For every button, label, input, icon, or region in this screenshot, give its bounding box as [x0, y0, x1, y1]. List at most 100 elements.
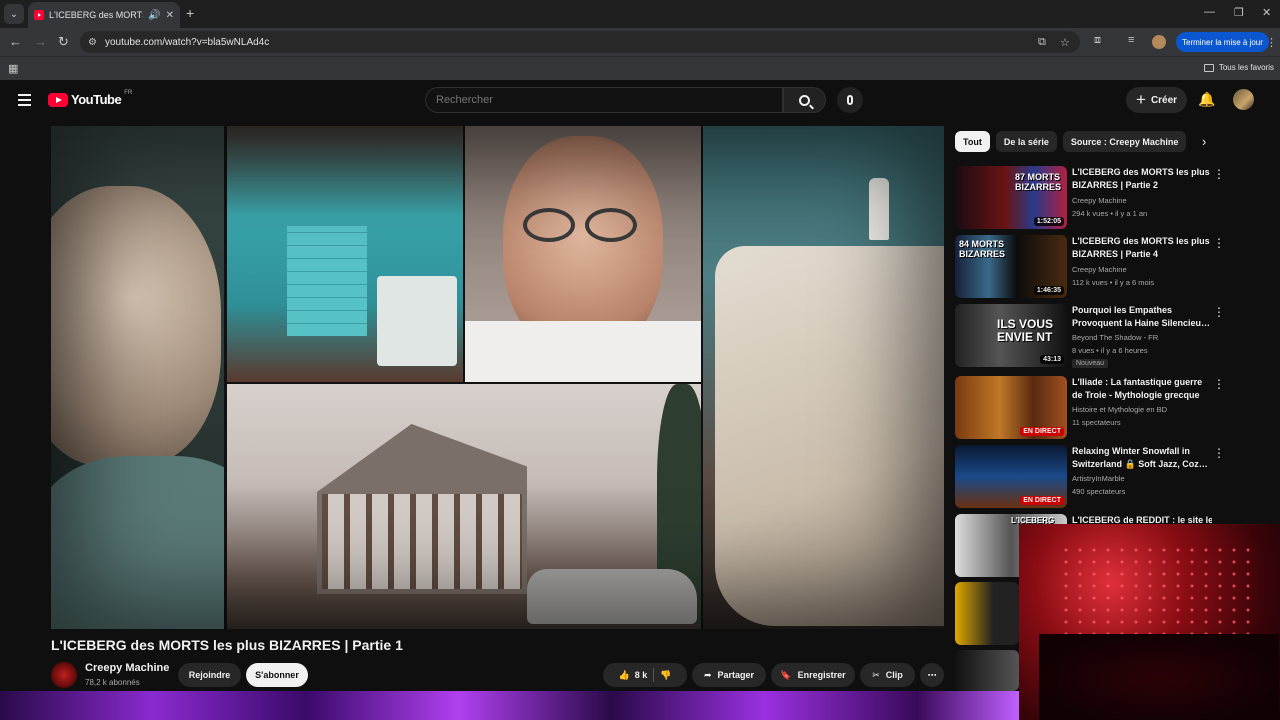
join-button[interactable]: Rejoindre	[178, 663, 241, 687]
video-duration: 1:52:05	[1033, 217, 1064, 226]
account-avatar[interactable]	[1233, 89, 1254, 110]
webcam-shadow	[1039, 634, 1279, 720]
filter-chips: Tout De la série Source : Creepy Machine	[955, 131, 1187, 152]
channel-name[interactable]: Beyond The Shadow - FR	[1072, 333, 1158, 342]
more-vertical-icon[interactable]: ⋮	[1213, 306, 1225, 318]
bookmark-star-icon[interactable]: ☆	[1060, 36, 1070, 49]
more-vertical-icon[interactable]: ⋮	[1213, 447, 1225, 459]
recommended-video[interactable]: EN DIRECT Relaxing Winter Snowfall in Sw…	[955, 445, 1280, 509]
divider	[653, 668, 655, 682]
save-label: Enregistrer	[797, 670, 846, 680]
back-icon[interactable]: ←	[9, 33, 22, 51]
recommended-video[interactable]: 84 MORTS BIZARRES 1:46:35 L'ICEBERG des …	[955, 235, 1280, 299]
youtube-logo[interactable]: YouTube FR	[48, 90, 132, 107]
youtube-favicon-icon	[34, 10, 44, 20]
channel-name[interactable]: Creepy Machine	[1072, 196, 1127, 205]
channel-name[interactable]: ArtistryInMarble	[1072, 474, 1125, 483]
chevron-right-icon[interactable]: ›	[1202, 134, 1206, 149]
thumbs-down-icon: 👎	[660, 669, 672, 680]
share-button[interactable]: ➦ Partager	[692, 663, 766, 687]
more-vertical-icon[interactable]: ⋮	[1213, 237, 1225, 249]
microphone-icon	[847, 95, 853, 105]
voice-search-button[interactable]	[837, 87, 863, 113]
search-icon	[799, 94, 810, 106]
subscribe-button[interactable]: S'abonner	[246, 663, 308, 687]
tab-title: L'ICEBERG des MORTS les plus BIZARRES | …	[49, 10, 143, 20]
thumbnail-caption: ILS VOUS ENVIE NT	[997, 317, 1054, 344]
video-thumbnail[interactable]: 84 MORTS BIZARRES 1:46:35	[955, 235, 1067, 298]
scissors-icon: ✂	[872, 669, 880, 680]
notifications-bell-icon[interactable]: 🔔	[1198, 91, 1215, 108]
frame-portrait-glasses	[465, 126, 701, 382]
video-thumbnail[interactable]: EN DIRECT	[955, 376, 1067, 439]
recommended-video[interactable]: ILS VOUS ENVIE NT 43:13 Pourquoi les Emp…	[955, 304, 1280, 370]
video-meta: 8 vues • il y a 6 heures	[1072, 346, 1148, 355]
frame-bathtub	[703, 126, 944, 629]
close-window-icon[interactable]: ✕	[1262, 6, 1271, 19]
video-meta: 112 k vues • il y a 6 mois	[1072, 278, 1155, 287]
search-button[interactable]	[783, 87, 826, 113]
dislike-button[interactable]: 👎	[660, 670, 671, 681]
more-vertical-icon[interactable]: ⋮	[1213, 168, 1225, 180]
video-title-link[interactable]: Relaxing Winter Snowfall in Switzerland …	[1072, 445, 1212, 471]
apps-grid-icon[interactable]: ▦	[8, 62, 18, 75]
maximize-icon[interactable]: ❐	[1234, 6, 1244, 19]
recommended-video[interactable]: 87 MORTS BIZARRES 1:52:05 L'ICEBERG des …	[955, 166, 1280, 230]
video-title: L'ICEBERG des MORTS les plus BIZARRES | …	[51, 637, 403, 653]
extensions-icon[interactable]: ⧈	[1094, 34, 1101, 47]
channel-name[interactable]: Creepy Machine	[1072, 265, 1127, 274]
more-actions-button[interactable]: ⋯	[920, 663, 944, 687]
search-input[interactable]	[425, 87, 783, 113]
youtube-masthead: YouTube FR + Créer 🔔	[0, 80, 1280, 120]
channel-name[interactable]: Creepy Machine	[85, 662, 169, 674]
bookmark-icon: 🔖	[780, 669, 792, 680]
minimize-icon[interactable]: —	[1204, 6, 1215, 18]
recommended-video[interactable]: EN DIRECT L'Iliade : La fantastique guer…	[955, 376, 1280, 440]
browser-tab[interactable]: L'ICEBERG des MORTS les plus BIZARRES | …	[28, 2, 180, 28]
menu-icon[interactable]	[18, 94, 31, 109]
video-thumbnail[interactable]: ILS VOUS ENVIE NT 43:13	[955, 304, 1067, 367]
video-thumbnail[interactable]: 87 MORTS BIZARRES 1:52:05	[955, 166, 1067, 229]
chip-all[interactable]: Tout	[955, 131, 990, 152]
video-title-link[interactable]: L'ICEBERG des MORTS les plus BIZARRES | …	[1072, 235, 1212, 261]
stream-overlay-strip	[0, 691, 1019, 720]
video-meta: 294 k vues • il y a 1 an	[1072, 209, 1148, 218]
clip-label: Clip	[885, 670, 903, 680]
video-thumbnail[interactable]: EN DIRECT	[955, 445, 1067, 508]
create-button[interactable]: + Créer	[1126, 87, 1188, 113]
close-tab-icon[interactable]: ✕	[166, 10, 174, 21]
like-button[interactable]: 👍 8 k	[619, 670, 648, 681]
channel-avatar[interactable]	[51, 662, 77, 688]
video-title-link[interactable]: L'ICEBERG des MORTS les plus BIZARRES | …	[1072, 166, 1212, 192]
thumbs-up-icon: 👍	[618, 669, 630, 680]
video-player[interactable]	[51, 126, 944, 629]
video-title-link[interactable]: L'Iliade : La fantastique guerre de Troi…	[1072, 376, 1212, 402]
save-button[interactable]: 🔖 Enregistrer	[771, 663, 855, 687]
chip-series[interactable]: De la série	[995, 131, 1057, 152]
forward-icon[interactable]: →	[34, 33, 47, 51]
address-bar[interactable]: ⚙ youtube.com/watch?v=bla5wNLAd4c ⧉ ☆	[80, 31, 1080, 53]
video-title-link[interactable]: Pourquoi les Empathes Provoquent la Hain…	[1072, 304, 1212, 330]
new-tab-button[interactable]: +	[186, 4, 194, 22]
frame-bathroom	[227, 126, 463, 382]
logo-text: YouTube	[71, 92, 122, 107]
chip-source[interactable]: Source : Creepy Machine	[1062, 131, 1187, 152]
profile-avatar[interactable]	[1152, 35, 1166, 49]
site-info-icon[interactable]: ⚙	[88, 37, 97, 48]
share-icon: ➦	[703, 669, 712, 680]
clip-button[interactable]: ✂ Clip	[860, 663, 915, 687]
install-app-icon[interactable]: ⧉	[1038, 36, 1046, 49]
more-vertical-icon[interactable]: ⋮	[1213, 378, 1225, 390]
speaker-icon[interactable]: 🔊	[148, 10, 160, 21]
video-thumbnail[interactable]	[955, 582, 1019, 645]
reload-icon[interactable]: ↻	[58, 33, 69, 51]
update-button[interactable]: Terminer la mise à jour	[1176, 32, 1269, 52]
media-controls-icon[interactable]: ≡	[1128, 34, 1134, 46]
share-label: Partager	[717, 670, 755, 680]
all-bookmarks-button[interactable]: Tous les favoris	[1203, 63, 1274, 72]
channel-name[interactable]: Histoire et Mythologie en BD	[1072, 405, 1167, 414]
video-thumbnail[interactable]	[955, 650, 1019, 691]
browser-menu-icon[interactable]: ⋮	[1266, 36, 1277, 49]
tab-search-button[interactable]: ⌄	[4, 4, 24, 24]
plus-icon: +	[1136, 90, 1146, 109]
